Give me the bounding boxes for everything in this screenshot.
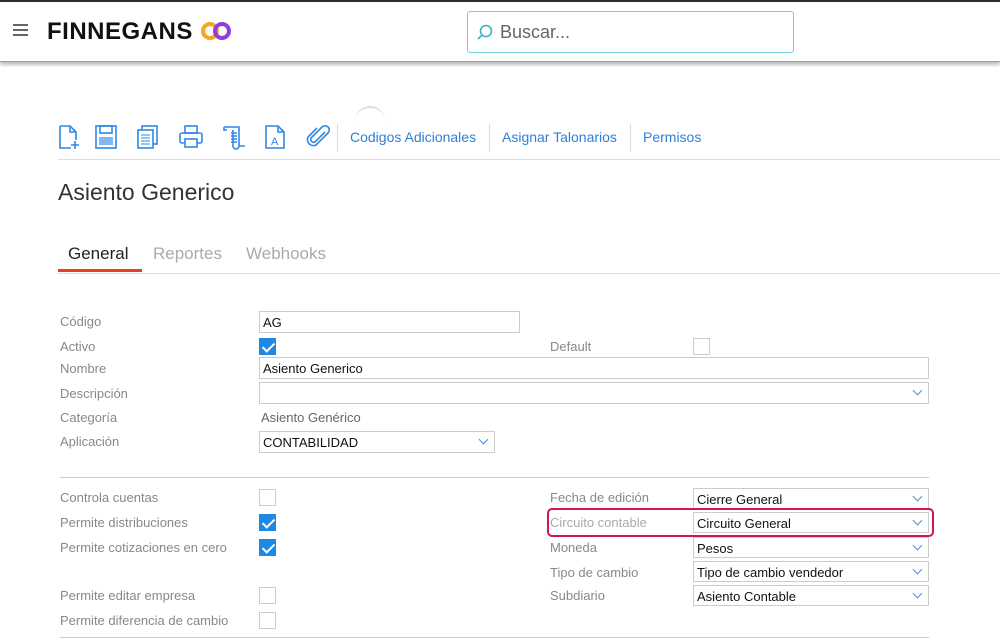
search-icon [477, 24, 493, 40]
toolbar-divider [489, 124, 490, 152]
moneda-value: Pesos [697, 541, 734, 556]
moneda-select[interactable]: Pesos [693, 537, 929, 558]
brand-infinity-icon [201, 22, 232, 40]
tab-reportes[interactable]: Reportes [153, 244, 222, 264]
chevron-down-icon [912, 588, 923, 599]
controla-cuentas-label: Controla cuentas [60, 490, 159, 505]
categoria-label: Categoría [60, 410, 118, 425]
tabs-divider [58, 273, 1000, 274]
page-title: Asiento Generico [58, 179, 235, 205]
section-divider [60, 477, 929, 478]
permite-editar-empresa-checkbox[interactable] [259, 587, 276, 604]
codigo-label: Código [60, 314, 102, 329]
save-icon[interactable] [93, 124, 119, 150]
permite-diferencia-label: Permite diferencia de cambio [60, 613, 229, 628]
aplicacion-value: CONTABILIDAD [263, 435, 359, 450]
descripcion-label: Descripción [60, 386, 128, 401]
subdiario-label: Subdiario [550, 588, 605, 603]
activo-label: Activo [60, 339, 96, 354]
text-document-icon[interactable]: A [262, 124, 288, 150]
active-tab-indicator [58, 269, 142, 272]
top-bar: FINNEGANS [0, 0, 1000, 62]
chevron-down-icon [478, 434, 489, 445]
copy-icon[interactable] [135, 124, 161, 150]
search-input[interactable] [500, 21, 780, 43]
fecha-edicion-label: Fecha de edición [550, 490, 650, 505]
chevron-down-icon [912, 564, 923, 575]
tab-general[interactable]: General [68, 244, 128, 264]
chevron-down-icon [912, 385, 923, 396]
permite-editar-empresa-label: Permite editar empresa [60, 588, 196, 603]
permite-cotizaciones-label: Permite cotizaciones en cero [60, 540, 227, 555]
subdiario-value: Asiento Contable [697, 589, 797, 604]
nombre-input[interactable]: Asiento Generico [259, 357, 929, 379]
default-label: Default [550, 339, 592, 354]
default-checkbox[interactable] [693, 338, 710, 355]
chevron-down-icon [912, 540, 923, 551]
svg-text:A: A [271, 136, 279, 148]
menu-icon[interactable] [13, 24, 28, 36]
new-document-icon[interactable] [56, 124, 82, 150]
attachment-icon[interactable] [305, 124, 331, 150]
brand-name: FINNEGANS [47, 18, 193, 45]
search-box[interactable] [467, 11, 794, 53]
codigo-input[interactable]: AG [259, 311, 520, 333]
permite-distribuciones-label: Permite distribuciones [60, 515, 188, 530]
subdiario-select[interactable]: Asiento Contable [693, 585, 929, 606]
circuito-contable-select[interactable]: Circuito General [693, 512, 929, 533]
tipo-cambio-value: Tipo de cambio vendedor [697, 565, 844, 580]
toolbar-divider [337, 124, 338, 152]
section-divider [60, 637, 929, 638]
controla-cuentas-checkbox[interactable] [259, 489, 276, 506]
permite-diferencia-checkbox[interactable] [259, 612, 276, 629]
tab-webhooks[interactable]: Webhooks [246, 244, 326, 264]
chevron-down-icon [912, 515, 923, 526]
toolbar-divider [630, 124, 631, 152]
aplicacion-select[interactable]: CONTABILIDAD [259, 431, 495, 453]
circuito-contable-value: Circuito General [697, 516, 791, 531]
descripcion-select[interactable] [259, 382, 929, 404]
asignar-talonarios-link[interactable]: Asignar Talonarios [502, 129, 617, 145]
nombre-label: Nombre [60, 361, 107, 376]
codigos-adicionales-link[interactable]: Codigos Adicionales [350, 129, 476, 145]
fecha-edicion-select[interactable]: Cierre General [693, 488, 929, 509]
tipo-cambio-label: Tipo de cambio [550, 565, 639, 580]
tipo-cambio-select[interactable]: Tipo de cambio vendedor [693, 561, 929, 582]
circuito-contable-label: Circuito contable [550, 515, 647, 530]
activo-checkbox[interactable] [259, 338, 276, 355]
chevron-down-icon [912, 491, 923, 502]
permisos-link[interactable]: Permisos [643, 129, 701, 145]
moneda-label: Moneda [550, 540, 597, 555]
scroll-report-icon[interactable] [221, 124, 247, 150]
fecha-edicion-value: Cierre General [697, 492, 783, 507]
brand-logo: FINNEGANS [47, 18, 232, 46]
permite-cotizaciones-checkbox[interactable] [259, 539, 276, 556]
aplicacion-label: Aplicación [60, 434, 120, 449]
categoria-value: Asiento Genérico [261, 410, 361, 425]
permite-distribuciones-checkbox[interactable] [259, 514, 276, 531]
print-icon[interactable] [178, 124, 204, 150]
toolbar-divider-line [58, 159, 1000, 160]
